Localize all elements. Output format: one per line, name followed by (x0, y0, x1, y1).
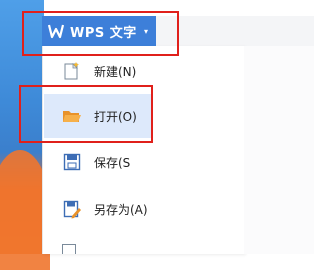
menu-item-new[interactable]: 新建(N) (44, 49, 152, 93)
menu-item-label: 另存为(A) (94, 202, 148, 217)
save-as-icon (63, 200, 81, 219)
desktop-background (0, 0, 50, 270)
menu-item-save-as[interactable]: 另存为(A) (44, 187, 152, 231)
new-document-icon (64, 62, 79, 80)
save-icon (63, 153, 81, 171)
menu-item-partial (62, 244, 76, 254)
open-folder-icon (63, 111, 81, 122)
menu-item-open[interactable]: 打开(O) (44, 94, 152, 138)
chevron-down-icon: ▾ (143, 26, 148, 36)
menu-right-area (244, 46, 314, 254)
menu-item-label: 保存(S (94, 155, 131, 170)
menu-item-save[interactable]: 保存(S (44, 140, 152, 184)
wps-app-menu-button[interactable]: WPS 文字 ▾ (42, 16, 156, 46)
menu-item-label: 打开(O) (94, 109, 137, 124)
app-button-label: WPS 文字 (70, 25, 137, 41)
wps-logo-icon (48, 24, 64, 39)
menu-item-label: 新建(N) (94, 64, 137, 79)
